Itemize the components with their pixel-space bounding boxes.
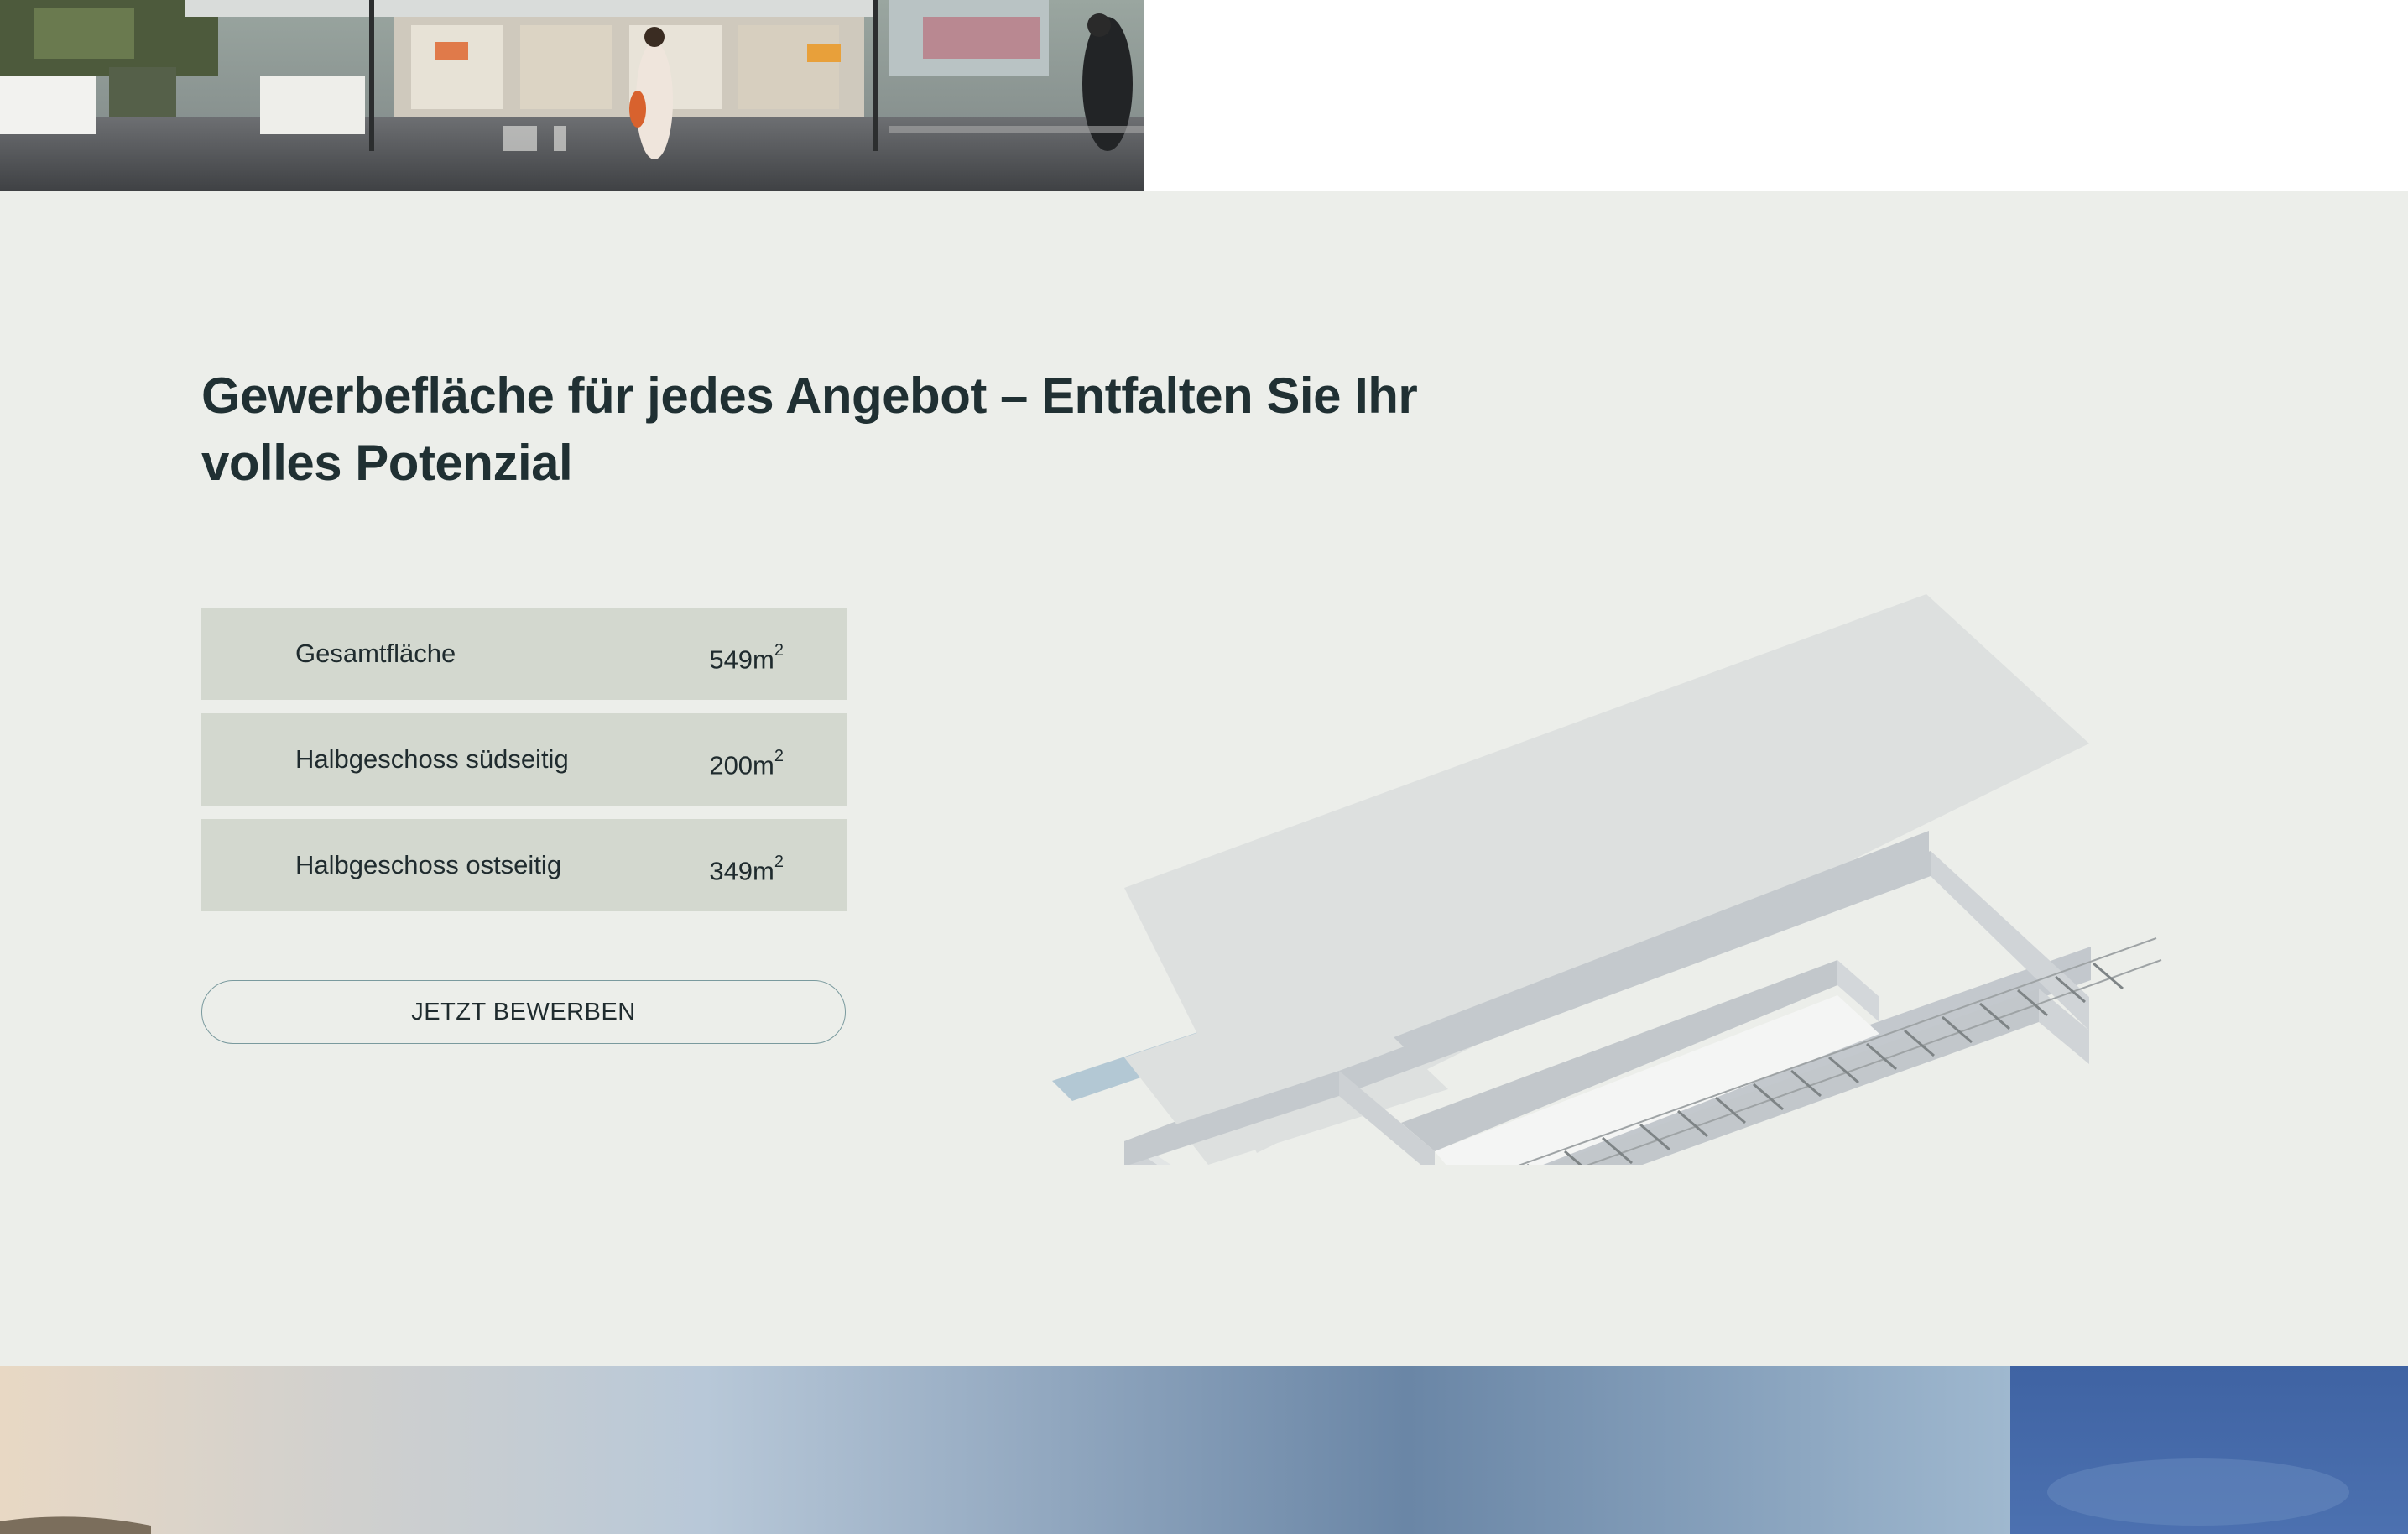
floorplan-illustration xyxy=(1040,594,2181,1266)
commercial-space-section: Gewerbefläche für jedes Angebot – Entfal… xyxy=(0,191,2408,1366)
area-value: 349m2 xyxy=(709,853,784,886)
area-list: Gesamtfläche 549m2 Halbgeschoss südseiti… xyxy=(201,608,847,925)
sky-photo xyxy=(0,1366,2408,1534)
area-label: Halbgeschoss südseitig xyxy=(295,744,569,774)
unit-superscript: 2 xyxy=(774,641,784,660)
apply-now-button[interactable]: JETZT BEWERBEN xyxy=(201,980,846,1044)
area-value: 549m2 xyxy=(709,641,784,675)
area-label: Halbgeschoss ostseitig xyxy=(295,850,562,879)
unit-superscript: 2 xyxy=(774,747,784,765)
page: Gewerbefläche für jedes Angebot – Entfal… xyxy=(0,0,2408,1534)
street-market-photo xyxy=(0,0,1144,191)
unit-superscript: 2 xyxy=(774,853,784,871)
area-row-halbgeschoss-suedseitig: Halbgeschoss südseitig 200m2 xyxy=(201,713,847,806)
section-headline: Gewerbefläche für jedes Angebot – Entfal… xyxy=(201,368,1418,491)
area-value: 200m2 xyxy=(709,747,784,780)
area-row-gesamtflaeche: Gesamtfläche 549m2 xyxy=(201,608,847,700)
area-row-halbgeschoss-ostseitig: Halbgeschoss ostseitig 349m2 xyxy=(201,819,847,911)
area-label: Gesamtfläche xyxy=(295,639,456,668)
top-band xyxy=(0,0,2408,191)
